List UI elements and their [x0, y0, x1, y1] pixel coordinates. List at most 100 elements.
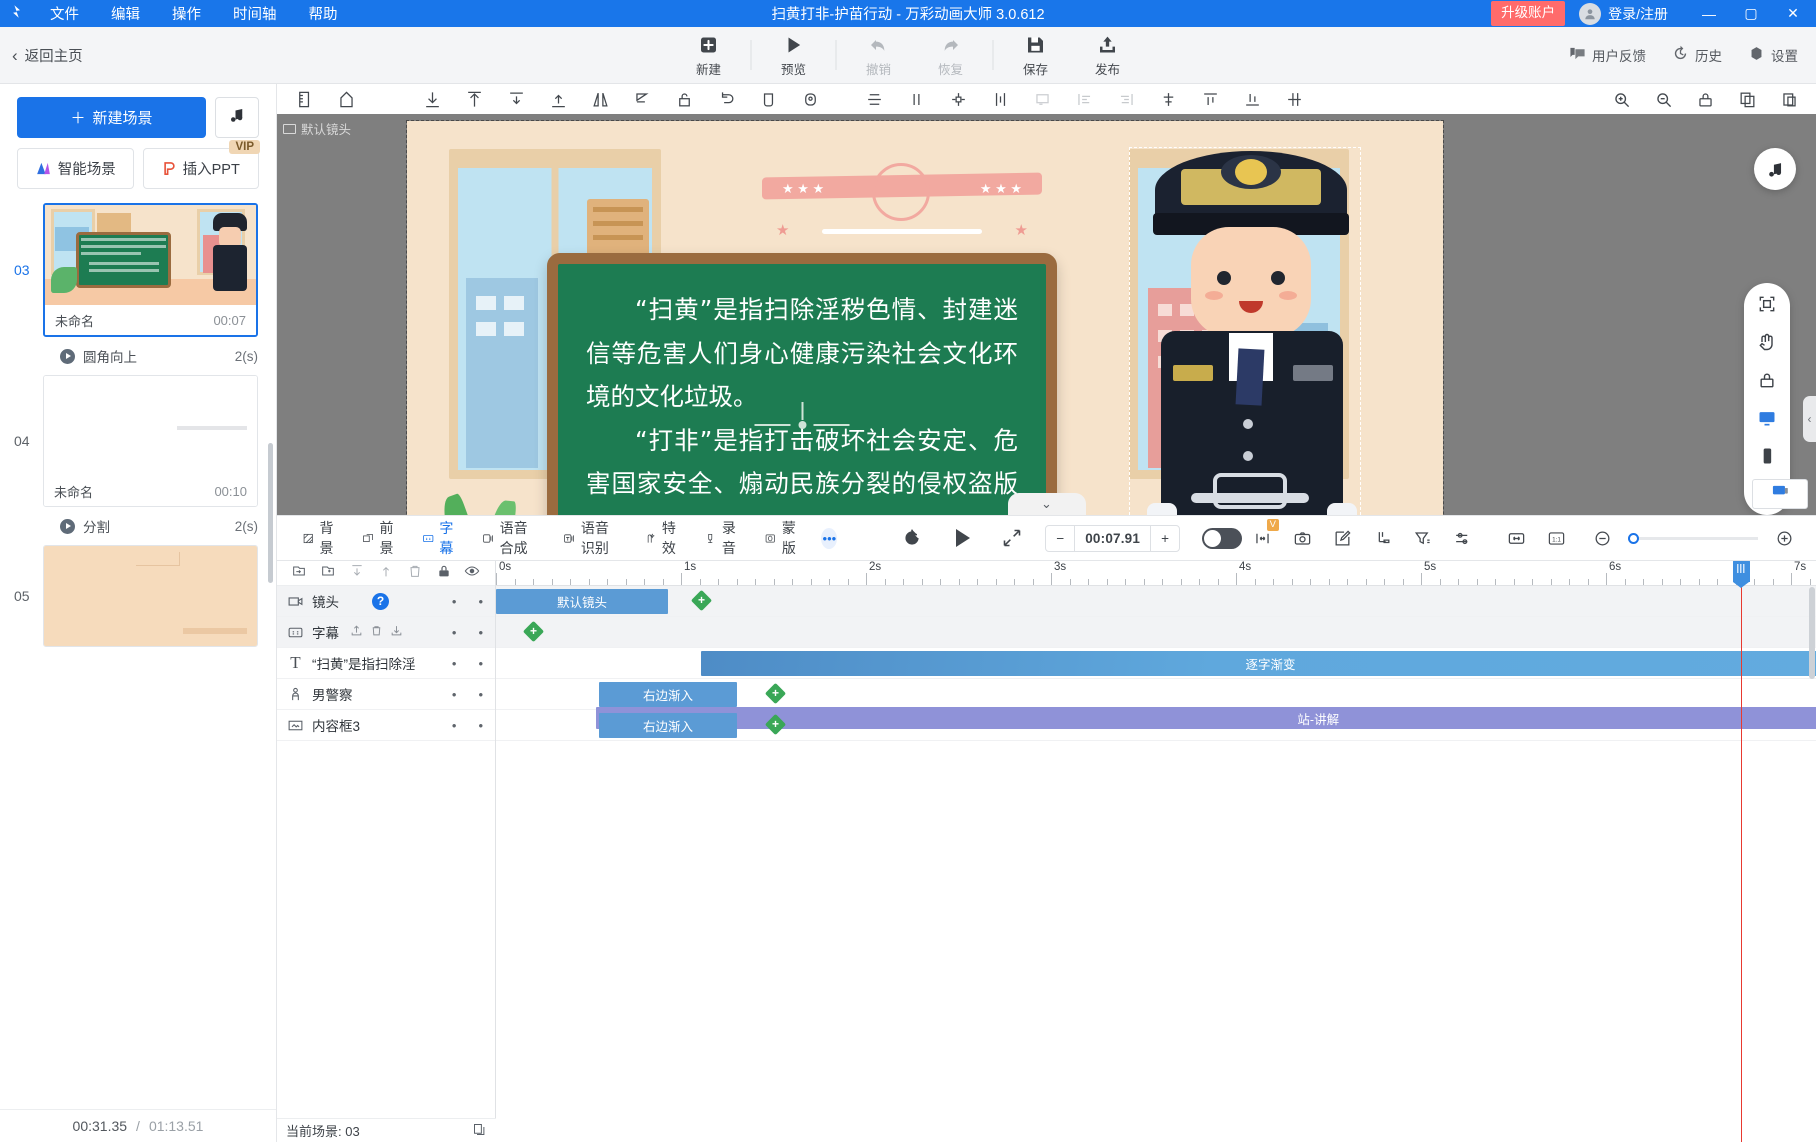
track-header-camera[interactable]: 镜头 ? • •: [277, 586, 495, 617]
upgrade-account-button[interactable]: 升级账户: [1491, 1, 1566, 26]
trash-icon[interactable]: [370, 624, 383, 640]
blackboard[interactable]: “扫黄”是指扫除淫秽色情、封建迷信等危害人们身心健康污染社会文化环境的文化垃圾。…: [547, 253, 1057, 515]
tool-effects[interactable]: 特效: [633, 518, 693, 558]
scene-canvas[interactable]: ★ ★ ★ ★ ★ ★ ★ ★ “扫黄”是指扫除淫秽色情、封建迷信等危害人们身心…: [406, 120, 1444, 515]
zoom-out-button[interactable]: [1582, 515, 1622, 561]
fit-screen-icon[interactable]: [1755, 292, 1779, 316]
menu-file[interactable]: 文件: [34, 0, 95, 27]
copy-icon[interactable]: [1726, 84, 1768, 114]
timeline-vertical-scrollbar[interactable]: [1809, 587, 1815, 679]
fullscreen-button[interactable]: [987, 515, 1037, 561]
import-folder-icon[interactable]: [291, 563, 307, 584]
filter-button[interactable]: [1402, 515, 1442, 561]
align-text-right-icon[interactable]: [1105, 84, 1147, 114]
lock-icon[interactable]: [436, 563, 452, 584]
scene-music-button[interactable]: [215, 97, 259, 138]
move-up-icon[interactable]: [378, 563, 394, 584]
clip-default-camera[interactable]: 默认镜头: [496, 589, 668, 614]
preview-button[interactable]: 预览: [758, 32, 830, 78]
scene-item-05[interactable]: 05: [0, 545, 276, 647]
canvas-stage[interactable]: 默认镜头 ★ ★ ★ ★ ★ ★ ★ ★ “扫黄”是指扫除淫秽色情、封建迷信等危…: [277, 114, 1816, 515]
tool-record[interactable]: 录音: [693, 518, 753, 558]
close-button[interactable]: ✕: [1772, 0, 1814, 27]
publish-button[interactable]: 发布: [1072, 32, 1144, 78]
delete-shape-icon[interactable]: [747, 84, 789, 114]
flip-horizontal-icon[interactable]: [579, 84, 621, 114]
align-bottom-icon[interactable]: [411, 84, 453, 114]
align-bottom-edges-icon[interactable]: [1231, 84, 1273, 114]
track-row-camera[interactable]: 默认镜头: [496, 586, 1816, 617]
track-header-subtitle[interactable]: 字幕 • •: [277, 617, 495, 648]
login-register-link[interactable]: 登录/注册: [1608, 4, 1668, 24]
align-top-icon[interactable]: [453, 84, 495, 114]
track-header-text[interactable]: T “扫黄”是指扫除淫 • •: [277, 648, 495, 679]
flip-vertical-icon[interactable]: [621, 84, 663, 114]
send-backward-icon[interactable]: [495, 84, 537, 114]
paste-icon[interactable]: [1768, 84, 1810, 114]
scene-transition-1[interactable]: 圆角向上 2(s): [0, 337, 276, 375]
keyframe-marker[interactable]: [764, 682, 787, 705]
time-plus-button[interactable]: +: [1151, 526, 1179, 551]
track-toggles[interactable]: • •: [452, 718, 495, 733]
scene-transition-2[interactable]: 分割 2(s): [0, 507, 276, 545]
keyframe-marker[interactable]: [764, 713, 787, 736]
new-button[interactable]: 新建: [673, 32, 745, 78]
hand-pan-icon[interactable]: [1755, 330, 1779, 354]
help-icon[interactable]: ?: [372, 592, 389, 610]
more-dots-icon[interactable]: •••: [821, 527, 838, 549]
track-row-text[interactable]: 逐字渐变 一直显示: [496, 648, 1816, 679]
history-button[interactable]: 历史: [1672, 45, 1722, 65]
scene-list-scrollbar[interactable]: [268, 443, 273, 583]
distribute-icon[interactable]: [979, 84, 1021, 114]
crop-select-icon[interactable]: [789, 84, 831, 114]
fit-width-button[interactable]: V: [1242, 515, 1282, 561]
maximize-button[interactable]: ▢: [1730, 0, 1772, 27]
menu-edit[interactable]: 编辑: [95, 0, 156, 27]
clip-text-animation[interactable]: 逐字渐变: [701, 651, 1816, 676]
tool-stt[interactable]: 语音识别: [552, 518, 633, 558]
home-anchor-icon[interactable]: [325, 84, 367, 114]
zoom-in-button[interactable]: [1764, 515, 1804, 561]
clip-enter-right[interactable]: 右边渐入: [599, 682, 737, 707]
import-icon[interactable]: [390, 624, 403, 640]
align-left-edges-icon[interactable]: [895, 84, 937, 114]
track-header-frame[interactable]: 内容框3 • •: [277, 710, 495, 741]
user-feedback-button[interactable]: 用户反馈: [1569, 45, 1646, 65]
replay-button[interactable]: [887, 515, 937, 561]
track-toggles[interactable]: • •: [452, 625, 495, 640]
desktop-icon[interactable]: [1755, 406, 1779, 430]
screen-ratio-button[interactable]: [1752, 479, 1808, 509]
distribute-h-icon[interactable]: [1273, 84, 1315, 114]
back-home-button[interactable]: ‹ 返回主页: [12, 45, 83, 66]
eye-icon[interactable]: [464, 563, 480, 584]
align-center-v-icon[interactable]: [853, 84, 895, 114]
export-icon[interactable]: [350, 624, 363, 640]
new-scene-button[interactable]: ＋ 新建场景: [17, 97, 206, 138]
track-toggles[interactable]: • •: [452, 594, 495, 609]
playhead[interactable]: [1733, 561, 1750, 1142]
track-row-subtitle[interactable]: [496, 617, 1816, 648]
lock-icon[interactable]: [1755, 368, 1779, 392]
redo-button[interactable]: 恢复: [915, 32, 987, 78]
smart-scene-button[interactable]: 智能场景: [17, 148, 134, 189]
insert-ppt-button[interactable]: 插入PPT VIP: [142, 140, 260, 189]
trim-button[interactable]: [1362, 515, 1402, 561]
save-button[interactable]: 保存: [1000, 32, 1072, 78]
clip-enter-right-2[interactable]: 右边渐入: [599, 713, 737, 738]
preview-toggle[interactable]: [1202, 527, 1242, 549]
track-toggles[interactable]: • •: [452, 687, 495, 702]
timeline-ruler[interactable]: 0s 1s 2s 3s 4s 5s 6s 7s 8: [496, 561, 1816, 586]
zoom-slider[interactable]: [1628, 532, 1758, 544]
tool-mask[interactable]: 蒙版: [753, 518, 813, 558]
keyframe-marker[interactable]: [690, 589, 713, 612]
tool-foreground[interactable]: 前景: [351, 518, 411, 558]
align-top-edges-icon[interactable]: [1189, 84, 1231, 114]
one-to-one-button[interactable]: 1:1: [1536, 515, 1576, 561]
tool-subtitle[interactable]: 字幕: [411, 518, 471, 558]
tool-background[interactable]: 背景: [291, 518, 351, 558]
timeline-tracks-area[interactable]: 0s 1s 2s 3s 4s 5s 6s 7s 8: [496, 561, 1816, 1142]
time-stepper[interactable]: − 00:07.91 +: [1045, 524, 1180, 552]
menu-operate[interactable]: 操作: [156, 0, 217, 27]
time-minus-button[interactable]: −: [1046, 526, 1074, 551]
scene-list[interactable]: 03 未命名 00:07 圆角向上 2(s) 04 未命名 00:10 分割 2…: [0, 203, 276, 1109]
